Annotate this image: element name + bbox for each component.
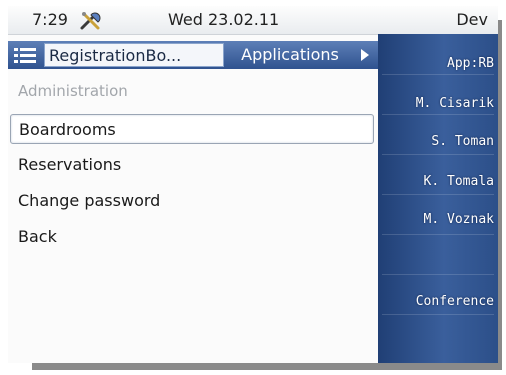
phone-screen: 7:29 Wed 23.02.11 Dev RegistrationBo... xyxy=(8,6,498,363)
softkey-divider xyxy=(382,74,494,75)
menu-item-back[interactable]: Back xyxy=(10,222,374,252)
softkey-divider xyxy=(382,314,494,315)
status-device: Dev xyxy=(456,10,488,29)
status-date: Wed 23.02.11 xyxy=(168,10,280,29)
softkey-sidebar: App:RB M. Cisarik S. Toman K. Tomala M. … xyxy=(378,34,498,363)
tab-bar: RegistrationBo... Applications xyxy=(8,41,380,69)
tools-icon[interactable] xyxy=(78,8,106,32)
section-title: Administration xyxy=(18,82,128,100)
softkey-s-toman[interactable]: S. Toman xyxy=(384,134,494,149)
softkey-m-cisarik[interactable]: M. Cisarik xyxy=(384,96,494,111)
status-bar: 7:29 Wed 23.02.11 Dev xyxy=(8,6,498,35)
softkey-m-voznak[interactable]: M. Voznak xyxy=(384,212,494,227)
softkey-divider xyxy=(382,154,494,155)
softkey-divider xyxy=(382,274,494,275)
chevron-right-icon[interactable] xyxy=(358,47,372,63)
softkey-divider xyxy=(382,114,494,115)
softkey-conference[interactable]: Conference xyxy=(384,294,494,309)
menu-item-change-password[interactable]: Change password xyxy=(10,186,374,216)
softkey-k-tomala[interactable]: K. Tomala xyxy=(384,174,494,189)
softkey-divider xyxy=(382,194,494,195)
menu-item-boardrooms[interactable]: Boardrooms xyxy=(10,114,374,144)
status-time: 7:29 xyxy=(32,10,68,29)
softkey-app-rb[interactable]: App:RB xyxy=(384,56,494,71)
tab-registration[interactable]: RegistrationBo... xyxy=(44,43,224,67)
menu-item-reservations[interactable]: Reservations xyxy=(10,150,374,180)
menu-list-icon[interactable] xyxy=(10,43,40,67)
softkey-divider xyxy=(382,234,494,235)
tab-applications[interactable]: Applications xyxy=(228,41,352,69)
